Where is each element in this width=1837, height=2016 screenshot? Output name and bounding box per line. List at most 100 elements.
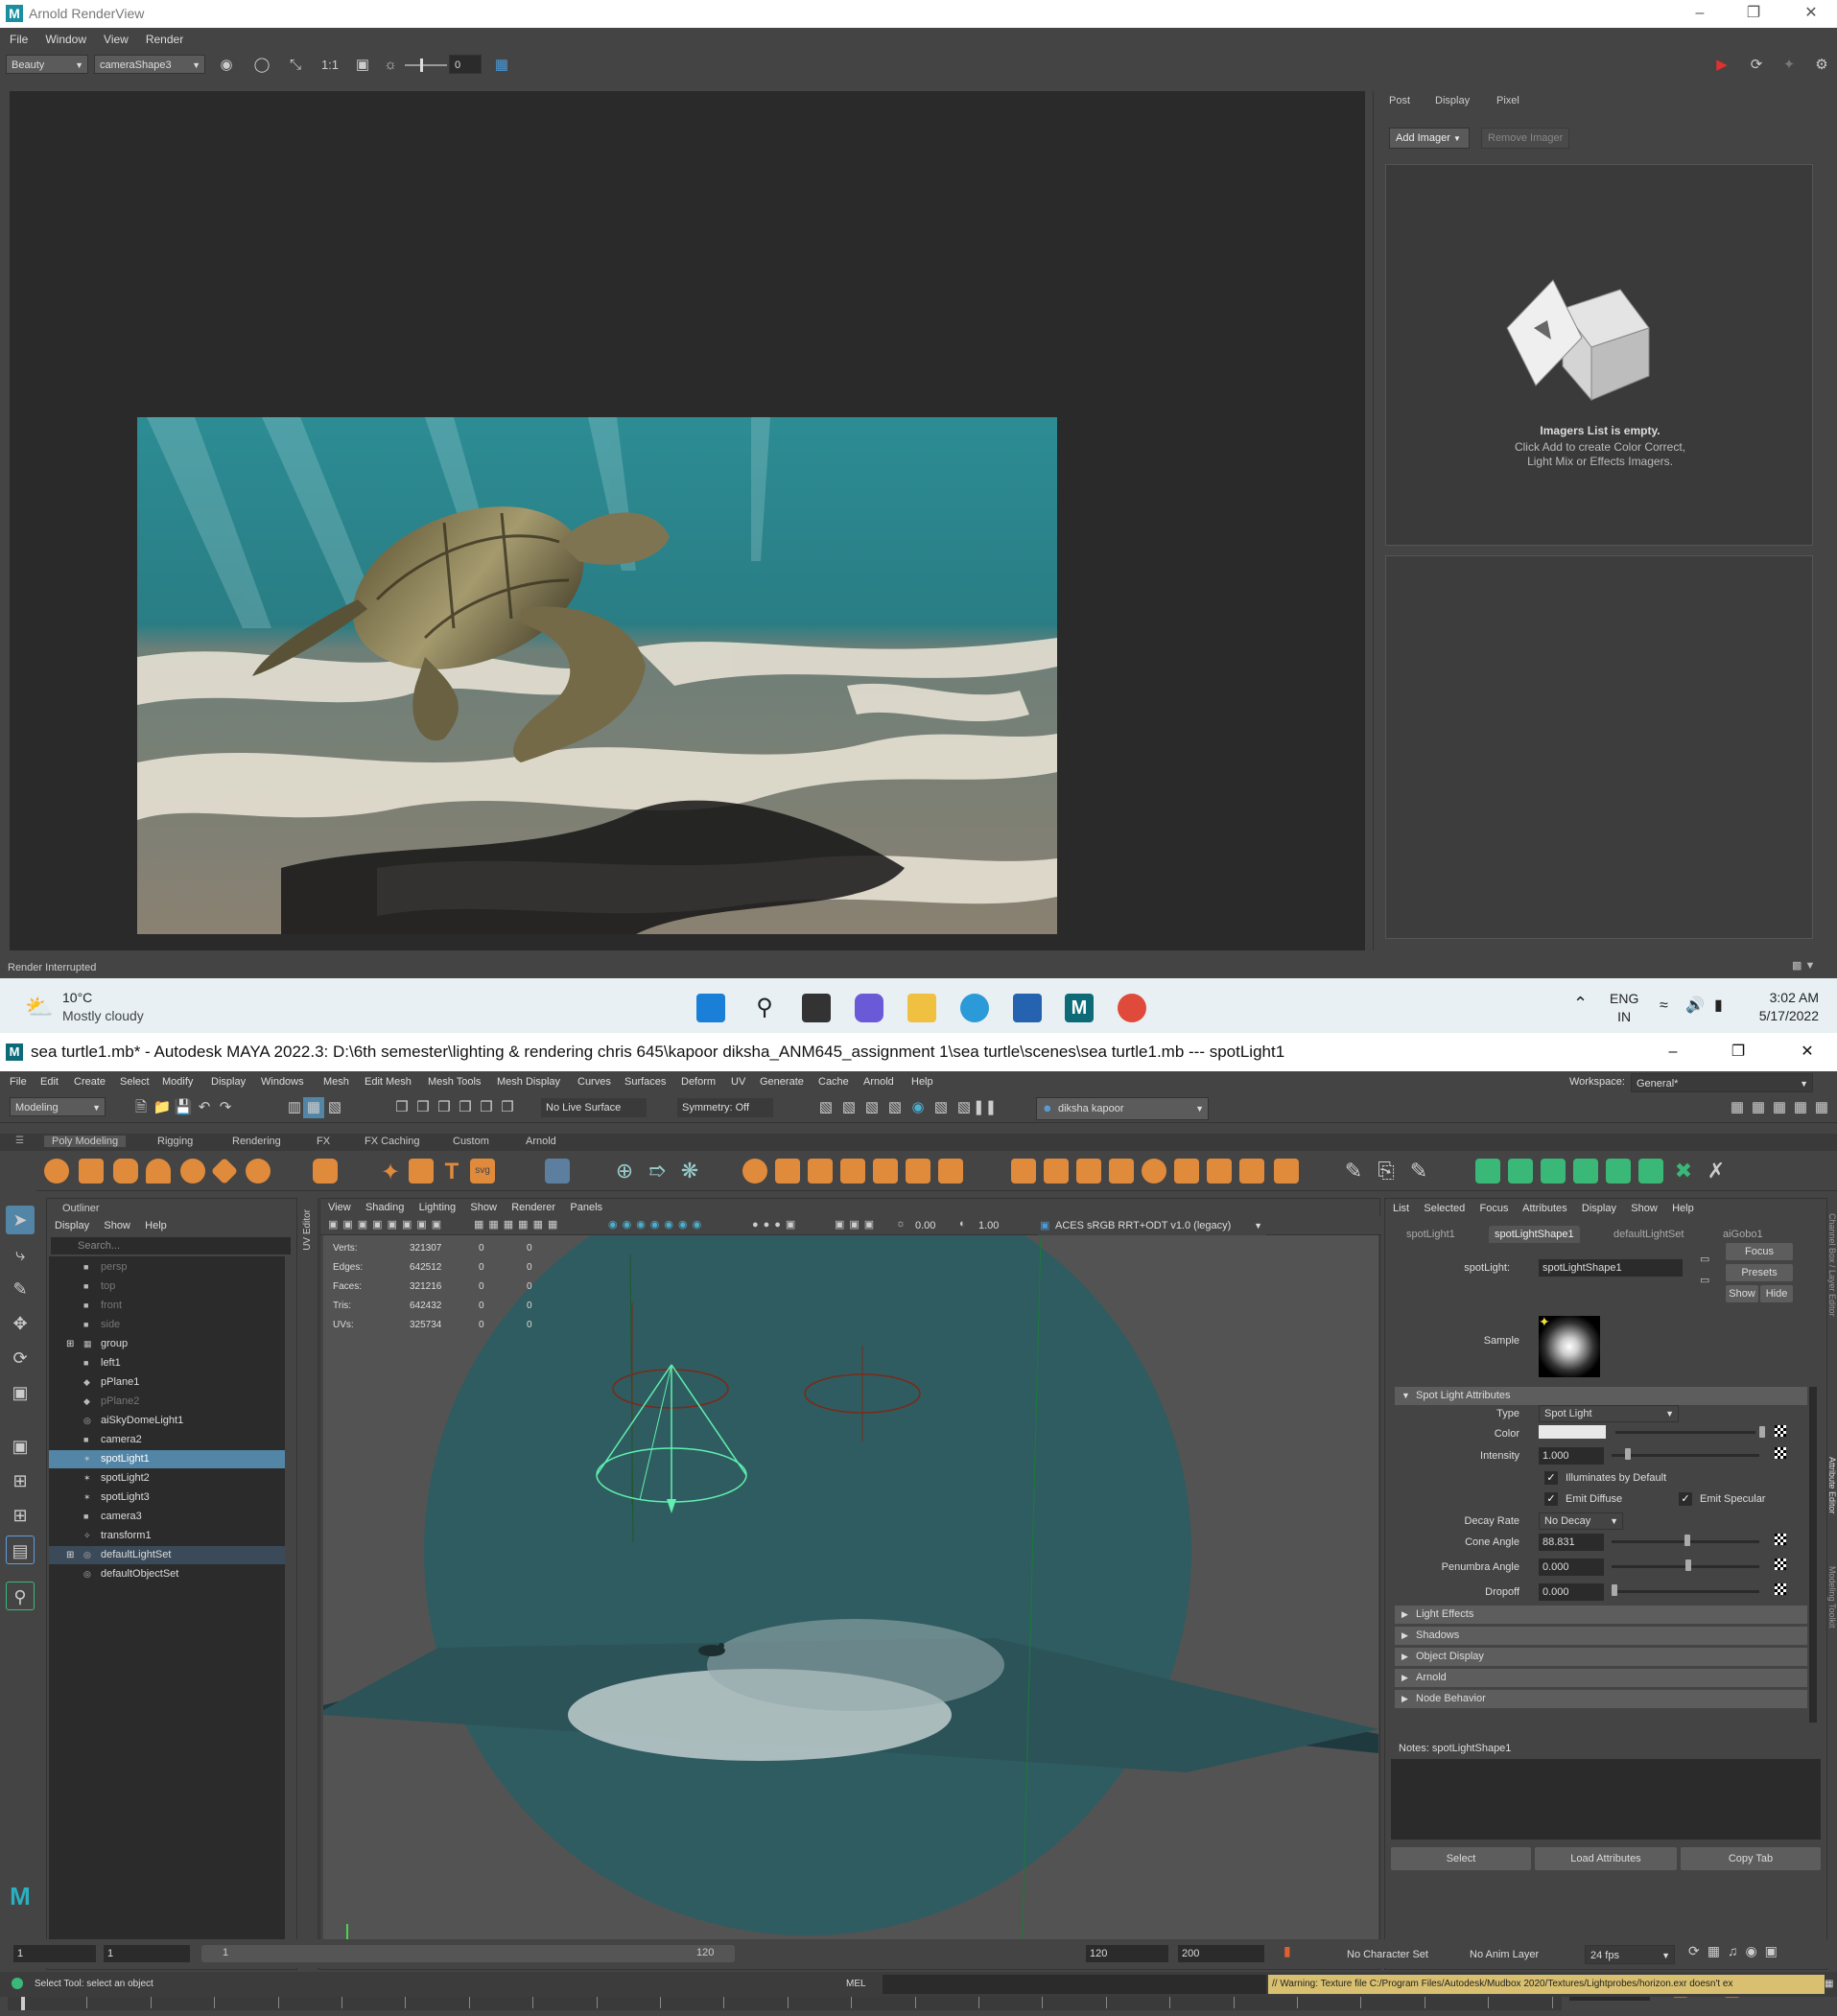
auto-seams-icon[interactable] (1573, 1159, 1598, 1184)
notes-textarea[interactable] (1391, 1759, 1821, 1840)
clock[interactable]: 3:02 AM 5/17/2022 (1752, 989, 1819, 1025)
file-explorer-icon[interactable] (907, 994, 936, 1022)
playback-end-field[interactable]: 120 (1086, 1945, 1168, 1962)
modeling-toolkit-icon[interactable]: ▦ (1727, 1097, 1748, 1118)
chevron-up-icon[interactable]: ⌃ (1573, 994, 1588, 1014)
select-button[interactable]: Select (1391, 1847, 1531, 1870)
workspace-select[interactable]: General* ▼ (1631, 1073, 1813, 1092)
load-attributes-button[interactable]: Load Attributes (1535, 1847, 1677, 1870)
menu-windows[interactable]: Windows (261, 1076, 304, 1088)
svg-tool-icon[interactable]: svg (470, 1159, 495, 1184)
ae-tab-aigobo1[interactable]: aiGobo1 (1723, 1226, 1763, 1243)
smooth-icon[interactable] (808, 1159, 833, 1184)
remove-imager-button[interactable]: Remove Imager (1481, 128, 1569, 149)
close-icon[interactable]: ✕ (1788, 1041, 1826, 1064)
show-button[interactable]: Show (1726, 1285, 1758, 1302)
exposure-field[interactable]: 0 (449, 55, 482, 74)
menu-edit-mesh[interactable]: Edit Mesh (365, 1076, 412, 1088)
undo-icon[interactable]: ↶ (194, 1097, 215, 1118)
bevel-icon[interactable] (1011, 1159, 1036, 1184)
rgb-icon[interactable]: ◯ (251, 55, 272, 76)
ae-menu-display[interactable]: Display (1582, 1203, 1616, 1214)
language-indicator[interactable]: ENG IN (1610, 990, 1638, 1026)
camera-select[interactable]: cameraShape3 ▼ (94, 55, 205, 74)
paint-select-icon[interactable]: ✎ (6, 1275, 35, 1303)
ipr-icon[interactable]: ▧ (861, 1097, 883, 1118)
menu-mesh[interactable]: Mesh (323, 1076, 349, 1088)
attribute-scrollbar[interactable] (1809, 1387, 1817, 1723)
shelf-tab-fx[interactable]: FX (317, 1136, 330, 1147)
hide-button[interactable]: Hide (1760, 1285, 1793, 1302)
tool-settings-icon[interactable]: ▦ (1769, 1097, 1790, 1118)
new-scene-icon[interactable]: 🗎 (130, 1097, 152, 1118)
poly-plane-icon[interactable] (210, 1157, 239, 1185)
color-swatch[interactable] (1539, 1425, 1606, 1439)
penumbra-slider-knob[interactable] (1685, 1559, 1691, 1571)
section-node-behavior[interactable]: ▶ Node Behavior (1395, 1690, 1807, 1708)
snap-grid-icon[interactable]: ❒ (391, 1097, 412, 1118)
outliner-item-spotlight2[interactable]: ✶ spotLight2 (49, 1469, 285, 1488)
move-tool-icon[interactable]: ✥ (6, 1309, 35, 1338)
outliner-search-input[interactable]: Search... (51, 1237, 291, 1254)
color-slider[interactable] (1615, 1431, 1755, 1434)
vp-menu-panels[interactable]: Panels (570, 1202, 602, 1213)
playback-options-icons[interactable]: ⟳▦♫◉▣ (1688, 1943, 1785, 1959)
windows-start-icon[interactable] (696, 994, 725, 1022)
snap-surface-icon[interactable]: ❒ (476, 1097, 497, 1118)
arnold-settings-icon[interactable]: ▧ (954, 1097, 975, 1118)
tab-post[interactable]: Post (1389, 95, 1410, 106)
refresh-icon[interactable]: ⟳ (1746, 55, 1767, 76)
modeling-toolkit-tab[interactable]: Modeling Toolkit (1827, 1566, 1837, 1628)
super-shape-icon[interactable]: ✦ (378, 1159, 403, 1185)
exposure-icon[interactable]: ☼ (380, 55, 401, 76)
quad-draw-icon[interactable] (1239, 1159, 1264, 1184)
ae-tab-defaultlightset[interactable]: defaultLightSet (1613, 1226, 1684, 1243)
sew-uv-icon[interactable] (1638, 1159, 1663, 1184)
outliner-item-left1[interactable]: ■ left1 (49, 1354, 285, 1372)
decay-rate-select[interactable]: No Decay ▼ (1539, 1512, 1623, 1530)
menu-render[interactable]: Render (136, 28, 191, 46)
menu-mesh-tools[interactable]: Mesh Tools (428, 1076, 481, 1088)
outliner-item-spotlight1[interactable]: ✶ spotLight1 (49, 1450, 285, 1468)
vp-menu-shading[interactable]: Shading (365, 1202, 404, 1213)
merge-icon[interactable] (1207, 1159, 1232, 1184)
outliner-item-camera3[interactable]: ■ camera3 (49, 1508, 285, 1526)
crop-region-icon[interactable]: ▣ (352, 55, 373, 76)
menu-file[interactable]: File (0, 28, 35, 46)
outliner-item-pplane1[interactable]: ◆ pPlane1 (49, 1373, 285, 1392)
light-type-select[interactable]: Spot Light ▼ (1539, 1405, 1679, 1422)
restore-icon[interactable]: ❐ (1734, 2, 1773, 25)
volume-icon[interactable]: 🔊 (1685, 996, 1705, 1015)
arnold-render-icon[interactable]: ▧ (930, 1097, 952, 1118)
unfold-icon[interactable] (1475, 1159, 1500, 1184)
interactive-icon[interactable]: ✦ (1778, 55, 1800, 76)
expand-icon[interactable]: ⊞ (66, 1335, 74, 1353)
open-scene-icon[interactable]: 📁 (152, 1097, 173, 1118)
extrude-icon[interactable] (938, 1159, 963, 1184)
ratio-label[interactable]: 1:1 (317, 55, 343, 76)
outliner-menu-help[interactable]: Help (145, 1220, 167, 1231)
poly-disc-icon[interactable] (246, 1159, 271, 1184)
ae-menu-selected[interactable]: Selected (1424, 1203, 1465, 1214)
goto-input-icon[interactable]: ▭ (1700, 1253, 1709, 1265)
cut-uv-icon[interactable] (1606, 1159, 1631, 1184)
shelf-tab-custom[interactable]: Custom (453, 1136, 489, 1147)
wifi-icon[interactable]: ≈ (1660, 997, 1668, 1015)
platonic-solid-icon[interactable] (313, 1159, 338, 1184)
search-icon[interactable]: ⚲ (6, 1582, 35, 1610)
character-set-select[interactable]: No Character Set (1324, 1945, 1448, 1964)
outliner-toggle-icon[interactable]: ▦ (1811, 1097, 1832, 1118)
goto-output-icon[interactable]: ▭ (1700, 1274, 1709, 1286)
exposure-field[interactable]: 0.00 (911, 1217, 952, 1234)
dropoff-slider[interactable] (1612, 1590, 1759, 1593)
weather-temperature[interactable]: 10°C (62, 990, 92, 1005)
shelf-tab-rendering[interactable]: Rendering (232, 1136, 281, 1147)
render-frame-icon[interactable]: ▧ (815, 1097, 836, 1118)
viewport-canvas[interactable]: Verts: 321307 0 0 Edges: 642512 0 0 Faces: 321216… (323, 1235, 1378, 1968)
exposure-slider[interactable] (405, 64, 447, 66)
node-name-field[interactable]: spotLightShape1 (1539, 1259, 1683, 1277)
exposure-slider-knob[interactable] (420, 59, 423, 72)
single-view-icon[interactable]: ▣ (6, 1432, 35, 1461)
render-sequence-icon[interactable]: ▧ (838, 1097, 860, 1118)
layout-icon[interactable]: ⊞ (6, 1501, 35, 1530)
